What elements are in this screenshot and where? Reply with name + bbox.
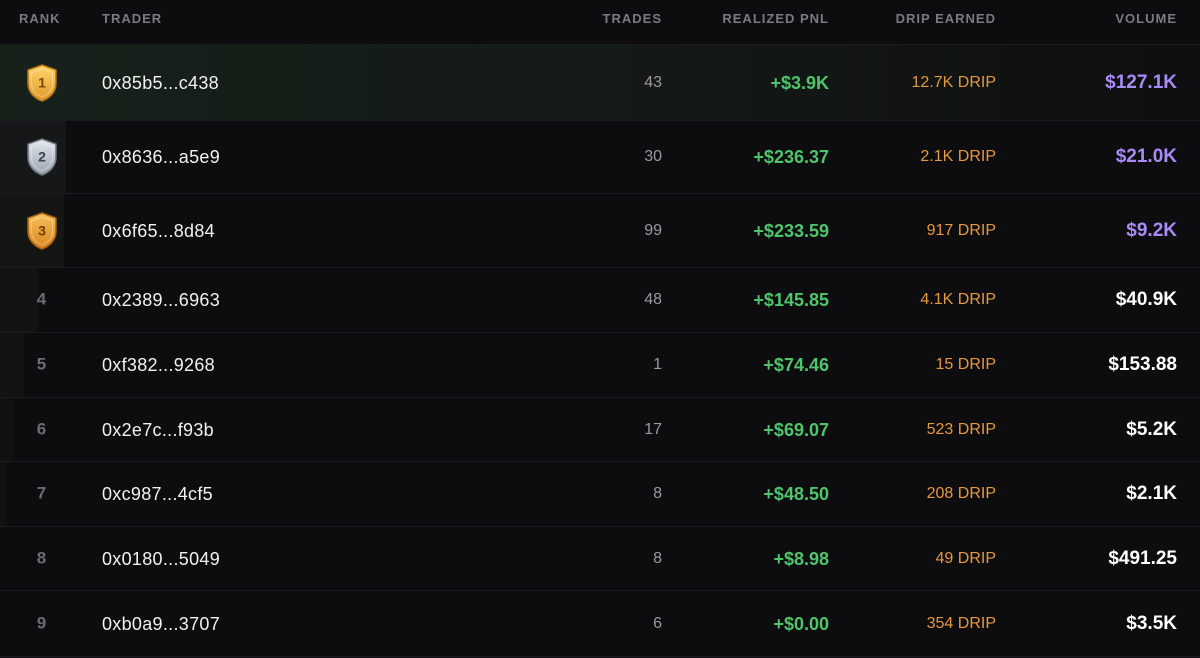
table-row[interactable]: 6 0x2e7c...f93b 17 +$69.07 523 DRIP $5.2K: [0, 398, 1200, 462]
realized-pnl: +$236.37: [753, 147, 829, 167]
rank-number: 4: [36, 289, 47, 309]
realized-pnl: +$145.85: [753, 290, 829, 310]
rank-cell: 6: [0, 418, 83, 441]
drip-earned: 917 DRIP: [926, 221, 996, 239]
trader-address[interactable]: 0x2e7c...f93b: [102, 419, 214, 441]
table-row[interactable]: 5 0xf382...9268 1 +$74.46 15 DRIP $153.88: [0, 333, 1200, 398]
rank-cell: 2: [0, 137, 83, 177]
header-rank[interactable]: RANK: [19, 12, 61, 26]
realized-pnl: +$233.59: [753, 220, 829, 241]
trader-address[interactable]: 0xc987...4cf5: [102, 483, 213, 505]
drip-earned: 208 DRIP: [926, 485, 996, 502]
silver-shield-icon: 2: [26, 138, 57, 176]
table-body: 1 0x85b5...c438 43 +$3.9K 12.7K DRIP $127.1K 2…: [0, 45, 1200, 657]
volume-value: $3.5K: [1126, 612, 1177, 634]
drip-earned: 12.7K DRIP: [911, 73, 996, 91]
rank-number: 9: [36, 613, 47, 632]
leaderboard-table: RANK TRADER TRADES REALIZED PNL DRIP EAR…: [0, 0, 1200, 658]
rank-number: 5: [36, 354, 47, 374]
volume-value: $491.25: [1108, 547, 1177, 569]
trades-count: 1: [653, 356, 662, 373]
table-row[interactable]: 7 0xc987...4cf5 8 +$48.50 208 DRIP $2.1K: [0, 462, 1200, 527]
volume-value: $153.88: [1108, 354, 1177, 375]
rank-badge-number: 2: [38, 149, 46, 165]
trades-count: 30: [644, 148, 662, 165]
trades-count: 99: [644, 221, 662, 239]
table-row[interactable]: 9 0xb0a9...3707 6 +$0.00 354 DRIP $3.5K: [0, 591, 1200, 657]
rank-number: 8: [36, 548, 47, 567]
drip-earned: 49 DRIP: [935, 549, 996, 567]
table-row[interactable]: 3 0x6f65...8d84 99 +$233.59 917 DRIP $9.2K: [0, 194, 1200, 268]
trader-address[interactable]: 0x8636...a5e9: [102, 146, 220, 168]
trades-count: 8: [653, 549, 662, 567]
drip-earned: 354 DRIP: [926, 614, 996, 632]
drip-earned: 4.1K DRIP: [920, 291, 996, 308]
header-realized-pnl[interactable]: REALIZED PNL: [722, 12, 829, 26]
rank-number: 6: [36, 419, 47, 438]
header-drip-earned[interactable]: DRIP EARNED: [896, 12, 996, 26]
realized-pnl: +$8.98: [773, 548, 829, 569]
rank-badge-number: 1: [38, 74, 46, 90]
table-header: RANK TRADER TRADES REALIZED PNL DRIP EAR…: [0, 0, 1200, 45]
trades-count: 43: [644, 73, 662, 91]
trades-count: 6: [653, 614, 662, 632]
trader-address[interactable]: 0x2389...6963: [102, 289, 220, 311]
trader-address[interactable]: 0xf382...9268: [102, 354, 215, 376]
volume-value: $9.2K: [1126, 219, 1177, 241]
table-row[interactable]: 8 0x0180...5049 8 +$8.98 49 DRIP $491.25: [0, 527, 1200, 591]
realized-pnl: +$69.07: [763, 419, 829, 440]
volume-value: $2.1K: [1126, 483, 1177, 504]
rank-cell: 9: [0, 612, 83, 635]
rank-cell: 5: [0, 354, 83, 377]
volume-value: $21.0K: [1115, 146, 1177, 167]
drip-earned: 2.1K DRIP: [920, 148, 996, 165]
header-trades[interactable]: TRADES: [603, 12, 662, 26]
rank-cell: 4: [0, 289, 83, 312]
table-row[interactable]: 4 0x2389...6963 48 +$145.85 4.1K DRIP $40.9K: [0, 268, 1200, 333]
trader-address[interactable]: 0x85b5...c438: [102, 72, 219, 94]
rank-cell: 3: [0, 211, 83, 251]
drip-earned: 15 DRIP: [935, 356, 996, 373]
rank-badge-number: 3: [38, 222, 46, 238]
trader-address[interactable]: 0x6f65...8d84: [102, 220, 215, 242]
header-volume[interactable]: VOLUME: [1115, 12, 1177, 26]
volume-value: $5.2K: [1126, 418, 1177, 440]
rank-number: 7: [36, 483, 47, 503]
trades-count: 17: [644, 420, 662, 438]
table-row[interactable]: 1 0x85b5...c438 43 +$3.9K 12.7K DRIP $127.1K: [0, 45, 1200, 121]
rank-cell: 8: [0, 547, 83, 570]
trades-count: 48: [644, 291, 662, 308]
realized-pnl: +$74.46: [763, 355, 829, 375]
rank-cell: 7: [0, 483, 83, 506]
drip-earned: 523 DRIP: [926, 420, 996, 438]
bronze-shield-icon: 3: [26, 211, 57, 250]
volume-value: $127.1K: [1105, 71, 1177, 93]
trades-count: 8: [653, 485, 662, 502]
header-trader[interactable]: TRADER: [102, 12, 162, 26]
gold-shield-icon: 1: [26, 63, 57, 102]
realized-pnl: +$0.00: [773, 613, 829, 634]
volume-value: $40.9K: [1115, 289, 1177, 310]
table-row[interactable]: 2 0x8636...a5e9 30 +$236.37 2.1K DRIP $21.0K: [0, 121, 1200, 194]
trader-address[interactable]: 0xb0a9...3707: [102, 613, 220, 635]
realized-pnl: +$3.9K: [770, 72, 829, 93]
rank-cell: 1: [0, 63, 83, 103]
trader-address[interactable]: 0x0180...5049: [102, 548, 220, 570]
realized-pnl: +$48.50: [763, 484, 829, 504]
